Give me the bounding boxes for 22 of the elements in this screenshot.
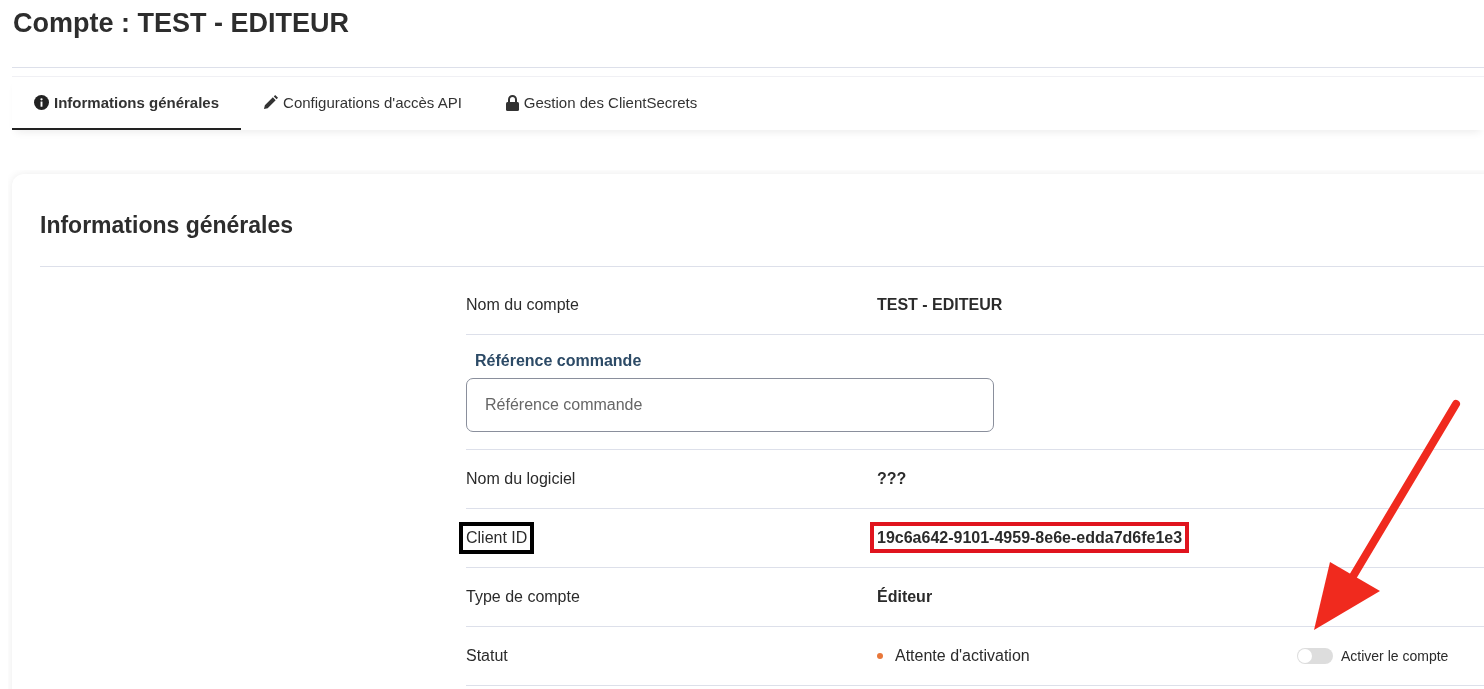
row-label: Type de compte [465,587,581,607]
row-value: TEST - EDITEUR [876,295,1004,315]
row-value: 19c6a642-9101-4959-8e6e-edda7d6fe1e3 [870,522,1190,553]
input-field[interactable]: Référence commande [466,378,994,432]
status-text: Attente d'activation [894,646,1031,666]
row-label: Nom du compte [465,295,580,315]
tab[interactable]: Gestion des ClientSecrets [483,77,720,130]
row-value: ??? [876,469,908,489]
card-title: Informations générales [40,211,295,240]
field-label: Référence commande [475,352,642,370]
tab[interactable]: Configurations d'accès API [241,77,484,130]
page-title: Compte : TEST - EDITEUR [12,7,350,40]
toggle-label: Activer le compte [1341,648,1449,664]
row-label: Statut [465,646,509,666]
row-label: Nom du logiciel [465,469,577,489]
tab[interactable]: Informations générales [12,77,242,130]
toggle-switch[interactable] [1297,648,1333,664]
row-label: Client ID [459,522,535,554]
info-icon [34,95,49,110]
lock-icon [505,94,519,111]
pencil-icon [263,95,279,110]
row-value: Éditeur [876,586,934,607]
